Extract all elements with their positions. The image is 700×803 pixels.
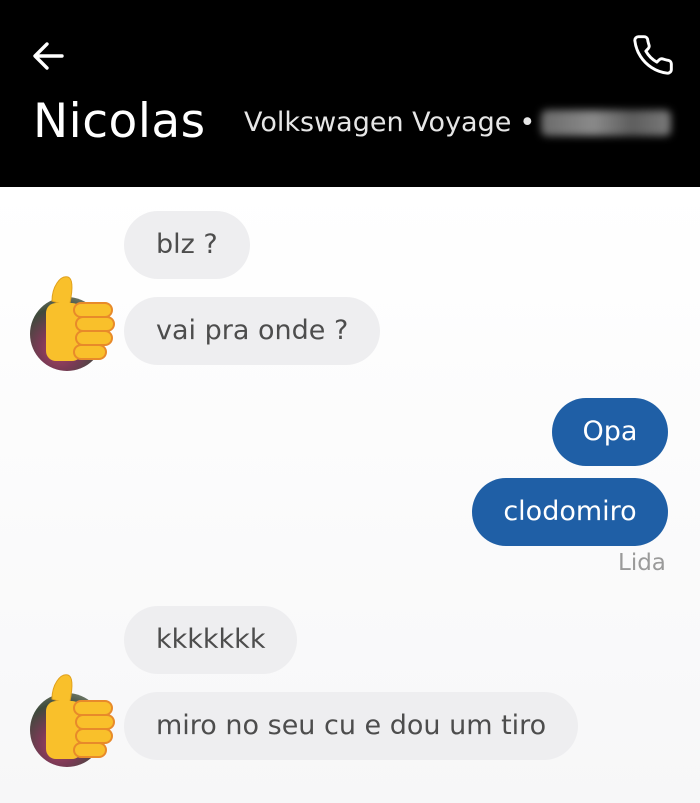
message-bubble-incoming[interactable]: vai pra onde ? — [124, 297, 381, 365]
chat-header: Nicolas Volkswagen Voyage • — [0, 0, 700, 187]
call-button[interactable] — [628, 30, 678, 80]
thumbs-up-icon — [46, 276, 115, 361]
arrow-left-icon — [33, 42, 64, 70]
message-bubble-outgoing[interactable]: clodomiro — [472, 478, 668, 546]
vehicle-model: Volkswagen Voyage — [244, 107, 512, 138]
phone-icon — [633, 35, 673, 75]
message-bubble-incoming[interactable]: kkkkkkk — [124, 606, 298, 674]
license-plate-redacted — [541, 110, 672, 136]
message-text: blz ? — [156, 229, 218, 260]
message-bubble-incoming[interactable]: blz ? — [124, 211, 250, 279]
separator-dot: • — [519, 107, 536, 138]
read-receipt: Lida — [618, 550, 666, 576]
message-text: vai pra onde ? — [156, 315, 349, 346]
thumbs-up-icon — [46, 674, 115, 759]
back-button[interactable] — [26, 36, 70, 76]
message-text: miro no seu cu e dou um tiro — [156, 710, 547, 741]
message-list[interactable]: blz ? vai pra onde ? Opa clodomiro kkkkk… — [0, 187, 700, 803]
message-text: kkkkkkk — [156, 624, 266, 655]
avatar[interactable] — [30, 674, 115, 767]
message-bubble-incoming[interactable]: miro no seu cu e dou um tiro — [124, 692, 579, 760]
vehicle-info: Volkswagen Voyage • — [244, 103, 672, 143]
avatar[interactable] — [30, 276, 115, 371]
message-text: Opa — [582, 416, 638, 447]
message-bubble-outgoing[interactable]: Opa — [552, 398, 668, 466]
contact-name: Nicolas — [33, 94, 206, 149]
message-text: clodomiro — [503, 496, 637, 527]
